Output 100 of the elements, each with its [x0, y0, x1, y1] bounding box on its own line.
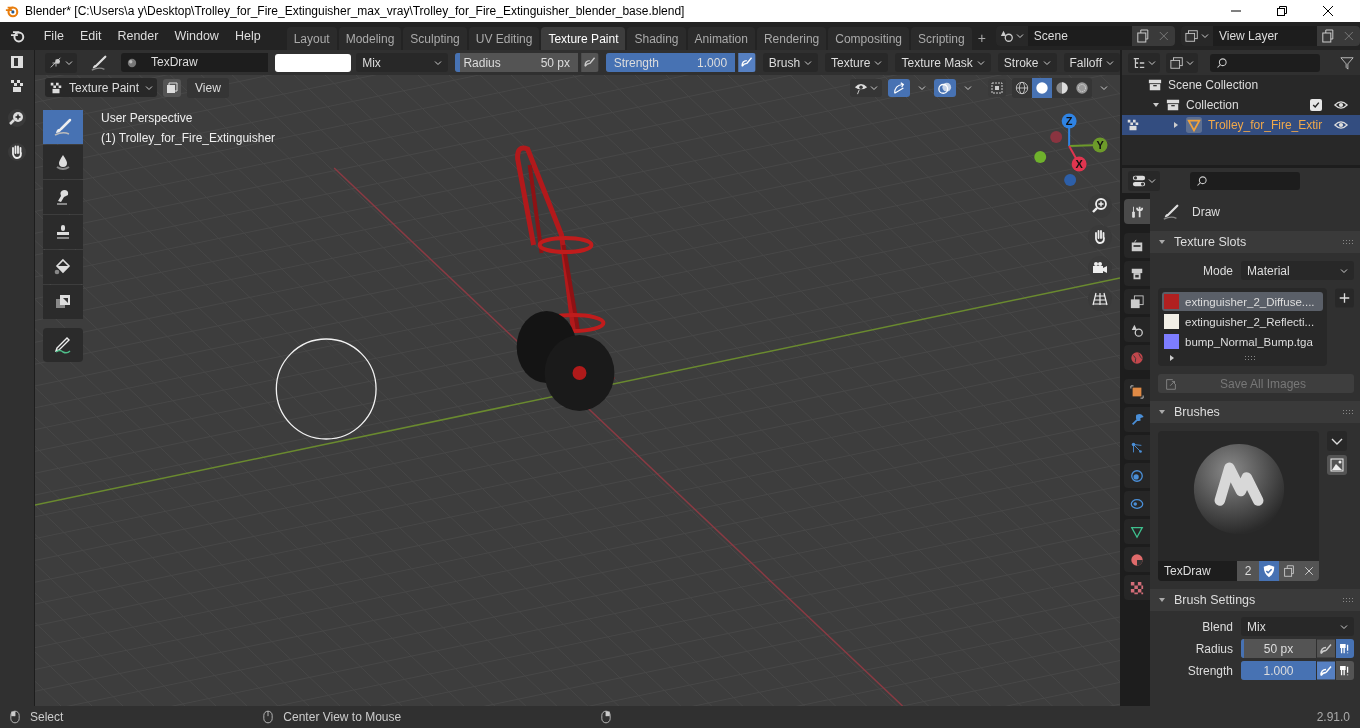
unified-toggle[interactable]: [1336, 639, 1354, 658]
pressure-icon[interactable]: [738, 53, 756, 72]
mode-dropdown[interactable]: Material: [1241, 261, 1354, 280]
menu-item[interactable]: Window: [166, 29, 227, 43]
outliner-item[interactable]: Collection: [1186, 98, 1239, 112]
workspace-tab[interactable]: Layout: [286, 27, 337, 50]
radius-slider[interactable]: Radius 50 px: [455, 53, 579, 72]
drag-grip-icon[interactable]: [1243, 355, 1256, 361]
outliner-row[interactable]: Trolley_for_Fire_Extir: [1122, 115, 1360, 135]
panel-header[interactable]: Brushes: [1150, 401, 1360, 423]
paint-tool-button[interactable]: [43, 328, 83, 362]
workspace-tab[interactable]: Compositing: [828, 27, 909, 50]
gizmo-toggle[interactable]: [888, 78, 910, 97]
texture-slot-item[interactable]: bump_Normal_Bump.tga: [1162, 332, 1323, 351]
brush-name-field[interactable]: TexDraw: [151, 53, 268, 72]
shading-button[interactable]: [1032, 77, 1052, 98]
duplicate-button[interactable]: [1279, 561, 1299, 581]
texture-slot-item[interactable]: extinguisher_2_Diffuse....: [1162, 292, 1323, 311]
properties-tab[interactable]: [1124, 289, 1150, 314]
properties-tab[interactable]: [1124, 547, 1150, 572]
include-checkbox[interactable]: [1310, 99, 1322, 111]
tool-menu-dropdown[interactable]: Texture: [825, 53, 889, 72]
brush-icon[interactable]: [90, 53, 108, 72]
user-count[interactable]: 2: [1237, 561, 1259, 581]
color-swatch[interactable]: [274, 53, 352, 72]
expand-triangle-icon[interactable]: [1172, 121, 1180, 129]
workspace-tab[interactable]: Rendering: [756, 27, 827, 50]
add-icon[interactable]: [1335, 288, 1354, 308]
properties-tab[interactable]: [1124, 519, 1150, 544]
paint-tool-button[interactable]: [43, 250, 83, 284]
scene-type-dropdown[interactable]: [995, 26, 1028, 46]
blender-logo-icon[interactable]: [10, 28, 26, 44]
tool-menu-dropdown[interactable]: Brush: [762, 53, 819, 72]
close-icon[interactable]: [1322, 5, 1334, 17]
paint-tool-button[interactable]: [43, 180, 83, 214]
workspace-tab[interactable]: UV Editing: [468, 27, 540, 50]
axis-handle[interactable]: Y: [1068, 137, 1108, 153]
pressure-icon[interactable]: [1317, 639, 1335, 658]
axis-handle[interactable]: Z: [1061, 113, 1077, 147]
hand-icon[interactable]: [7, 142, 27, 162]
workspace-tab[interactable]: Modeling: [338, 27, 402, 50]
add-workspace-button[interactable]: +: [973, 26, 990, 50]
zoom-icon[interactable]: [1088, 194, 1112, 218]
paint-mode-icon[interactable]: [9, 54, 25, 70]
drag-grip-icon[interactable]: [1342, 409, 1354, 415]
tool-menu-dropdown[interactable]: Texture Mask: [895, 53, 991, 72]
workspace-tab[interactable]: Texture Paint: [541, 27, 626, 50]
menu-item[interactable]: Help: [226, 29, 269, 43]
strength-slider[interactable]: Strength 1.000: [605, 53, 736, 72]
view-layer-dropdown[interactable]: [1180, 26, 1213, 46]
paint-tool-button[interactable]: [43, 145, 83, 179]
brush-selector[interactable]: TexDraw: [121, 53, 268, 72]
workspace-tab[interactable]: Animation: [687, 27, 755, 50]
display-mode-dropdown[interactable]: [1128, 52, 1160, 73]
panel-header[interactable]: Texture Slots: [1150, 231, 1360, 253]
eye-icon[interactable]: [1334, 118, 1349, 132]
filter-icon[interactable]: [1340, 55, 1354, 70]
tool-mode-dropdown[interactable]: [45, 52, 77, 73]
axis-dot[interactable]: [1050, 131, 1063, 143]
unified-toggle[interactable]: [1336, 661, 1354, 680]
properties-tab[interactable]: [1124, 491, 1150, 516]
chevron-icon[interactable]: [1327, 431, 1347, 451]
radius-slider[interactable]: 50 px: [1241, 639, 1316, 658]
drag-grip-icon[interactable]: [1342, 597, 1354, 603]
properties-tab[interactable]: [1124, 261, 1150, 286]
pressure-icon[interactable]: [581, 53, 599, 72]
strength-slider[interactable]: 1.000: [1241, 661, 1316, 680]
fake-user-toggle[interactable]: [1259, 561, 1279, 581]
properties-tab[interactable]: [1124, 463, 1150, 488]
menu-item[interactable]: Render: [109, 29, 167, 43]
blend-dropdown[interactable]: Mix: [1241, 617, 1354, 636]
visibility-dropdown[interactable]: [850, 78, 882, 97]
panel-header[interactable]: Brush Settings: [1150, 589, 1360, 611]
zoom-icon[interactable]: [7, 108, 27, 128]
axis-dot[interactable]: [1064, 174, 1077, 186]
tool-menu-dropdown[interactable]: Falloff: [1063, 53, 1120, 72]
overlay-toggle[interactable]: [934, 78, 956, 97]
workspace-tab[interactable]: Sculpting: [403, 27, 467, 50]
search-field[interactable]: [1210, 53, 1320, 72]
unlink-button[interactable]: [1299, 561, 1319, 581]
properties-tab[interactable]: [1124, 379, 1150, 404]
properties-tab[interactable]: [1124, 233, 1150, 258]
properties-tab[interactable]: [1124, 317, 1150, 342]
pressure-icon[interactable]: [1317, 661, 1335, 680]
expand-triangle-icon[interactable]: [1168, 354, 1176, 362]
axis-handle[interactable]: X: [1068, 145, 1087, 172]
cube-outline-icon[interactable]: [163, 78, 182, 97]
paint-tool-button[interactable]: [43, 285, 83, 319]
menu-item[interactable]: Edit: [71, 29, 110, 43]
workspace-tab[interactable]: Scripting: [911, 27, 972, 50]
drag-grip-icon[interactable]: [1342, 239, 1354, 245]
tool-menu-dropdown[interactable]: Stroke: [997, 53, 1057, 72]
copy-icon[interactable]: [1131, 26, 1154, 46]
view-menu[interactable]: View: [187, 77, 229, 98]
eye-icon[interactable]: [1334, 98, 1348, 112]
filter-dropdown[interactable]: [1166, 52, 1198, 73]
editor-type-dropdown[interactable]: [1128, 170, 1160, 191]
copy-icon[interactable]: [1316, 26, 1339, 46]
properties-tab[interactable]: [1124, 575, 1150, 600]
brush-preview-panel[interactable]: TexDraw 2: [1158, 431, 1319, 581]
